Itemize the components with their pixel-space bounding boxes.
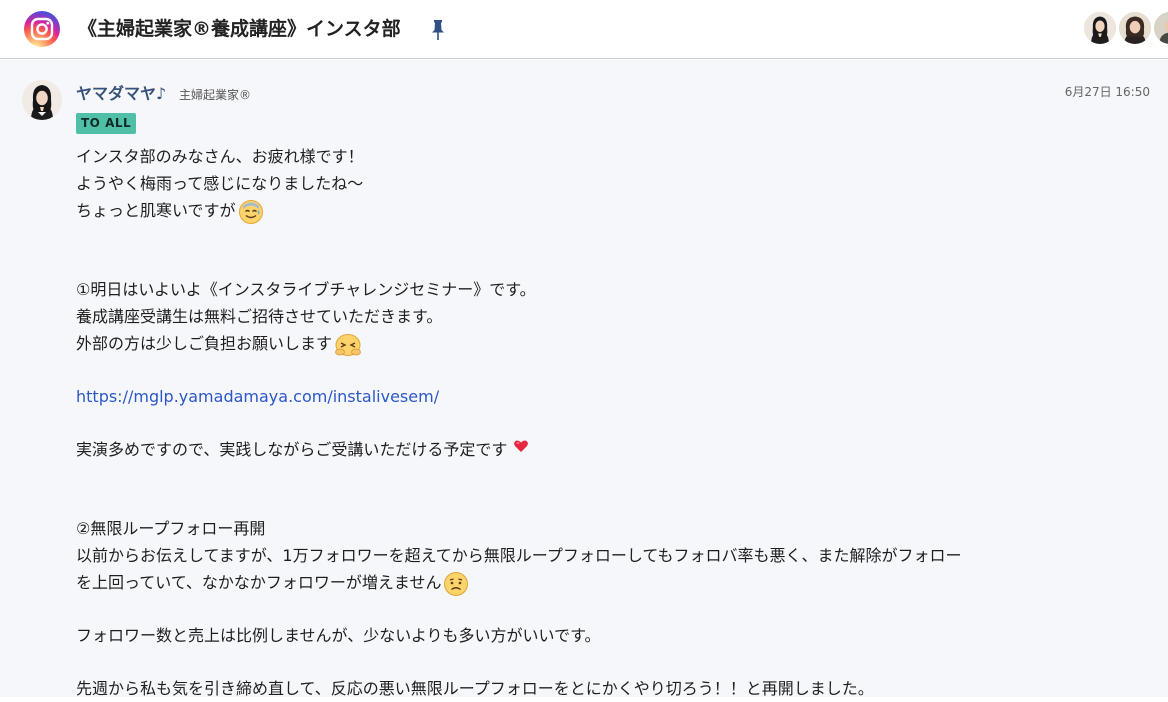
sender-avatar[interactable]	[22, 80, 62, 120]
sender-name[interactable]: ヤマダマヤ♪	[76, 84, 166, 104]
member-avatar[interactable]	[1152, 10, 1168, 46]
message-body: インスタ部のみなさん、お疲れ様です！ ようやく梅雨って感じになりましたね〜 ちょ…	[76, 143, 1076, 702]
message-line: 以前からお伝えしてますが、1万フォロワーを超えてから無限ループフォローしてもフォ…	[76, 546, 962, 565]
message-line-text: 実演多めですので、実践しながらご受講いただける予定です	[76, 440, 508, 459]
seminar-link[interactable]: https://mglp.yamadamaya.com/instalivesem…	[76, 387, 439, 406]
message-line: ちょっと肌寒いですが	[76, 197, 1076, 224]
message-line: 養成講座受講生は無料ご招待させていただきます。	[76, 307, 443, 326]
message-line-text: 外部の方は少しご負担お願いします	[76, 334, 333, 353]
member-avatar[interactable]	[1082, 10, 1118, 46]
sender-organization: 主婦起業家®	[179, 88, 252, 102]
member-avatar[interactable]	[1117, 10, 1153, 46]
message-line: 実演多めですので、実践しながらご受講いただける予定です	[76, 436, 1076, 463]
message-line: 先週から私も気を引き締め直して、反応の悪い無限ループフォローをとにかくやり切ろう…	[76, 679, 874, 698]
message-line: 外部の方は少しご負担お願いします	[76, 330, 1076, 357]
message-line-text: ちょっと肌寒いですが	[76, 201, 236, 220]
room-title: 《主婦起業家®養成講座》インスタ部	[78, 18, 401, 40]
message-line: ようやく梅雨って感じになりましたね〜	[76, 174, 364, 193]
message-line: フォロワー数と売上は比例しませんが、少ないよりも多い方がいいです。	[76, 626, 601, 645]
worried-face-emoji	[443, 571, 469, 597]
apologetic-bowing-emoji	[334, 332, 362, 358]
red-heart-emoji	[513, 438, 529, 454]
cold-sweat-smile-emoji	[238, 199, 264, 225]
message-line: https://mglp.yamadamaya.com/instalivesem…	[76, 383, 1076, 410]
message-timestamp: 6月27日 16:50	[1064, 85, 1150, 99]
message-line: インスタ部のみなさん、お疲れ様です！	[76, 147, 364, 166]
message-timeline[interactable]: ヤマダマヤ♪ 主婦起業家® 6月27日 16:50 TO ALL インスタ部のみ…	[0, 60, 1168, 698]
chat-header: 《主婦起業家®養成講座》インスタ部	[0, 0, 1168, 59]
pin-icon[interactable]	[430, 19, 446, 41]
to-all-badge: TO ALL	[76, 113, 137, 134]
instagram-icon[interactable]	[24, 11, 60, 47]
message-line-text: を上回っていて、なかなかフォロワーが増えません	[76, 573, 442, 592]
message-line: ②無限ループフォロー再開	[76, 519, 266, 538]
message-line: ①明日はいよいよ《インスタライブチャレンジセミナー》です。	[76, 280, 536, 299]
message-line: を上回っていて、なかなかフォロワーが増えません	[76, 569, 1076, 596]
